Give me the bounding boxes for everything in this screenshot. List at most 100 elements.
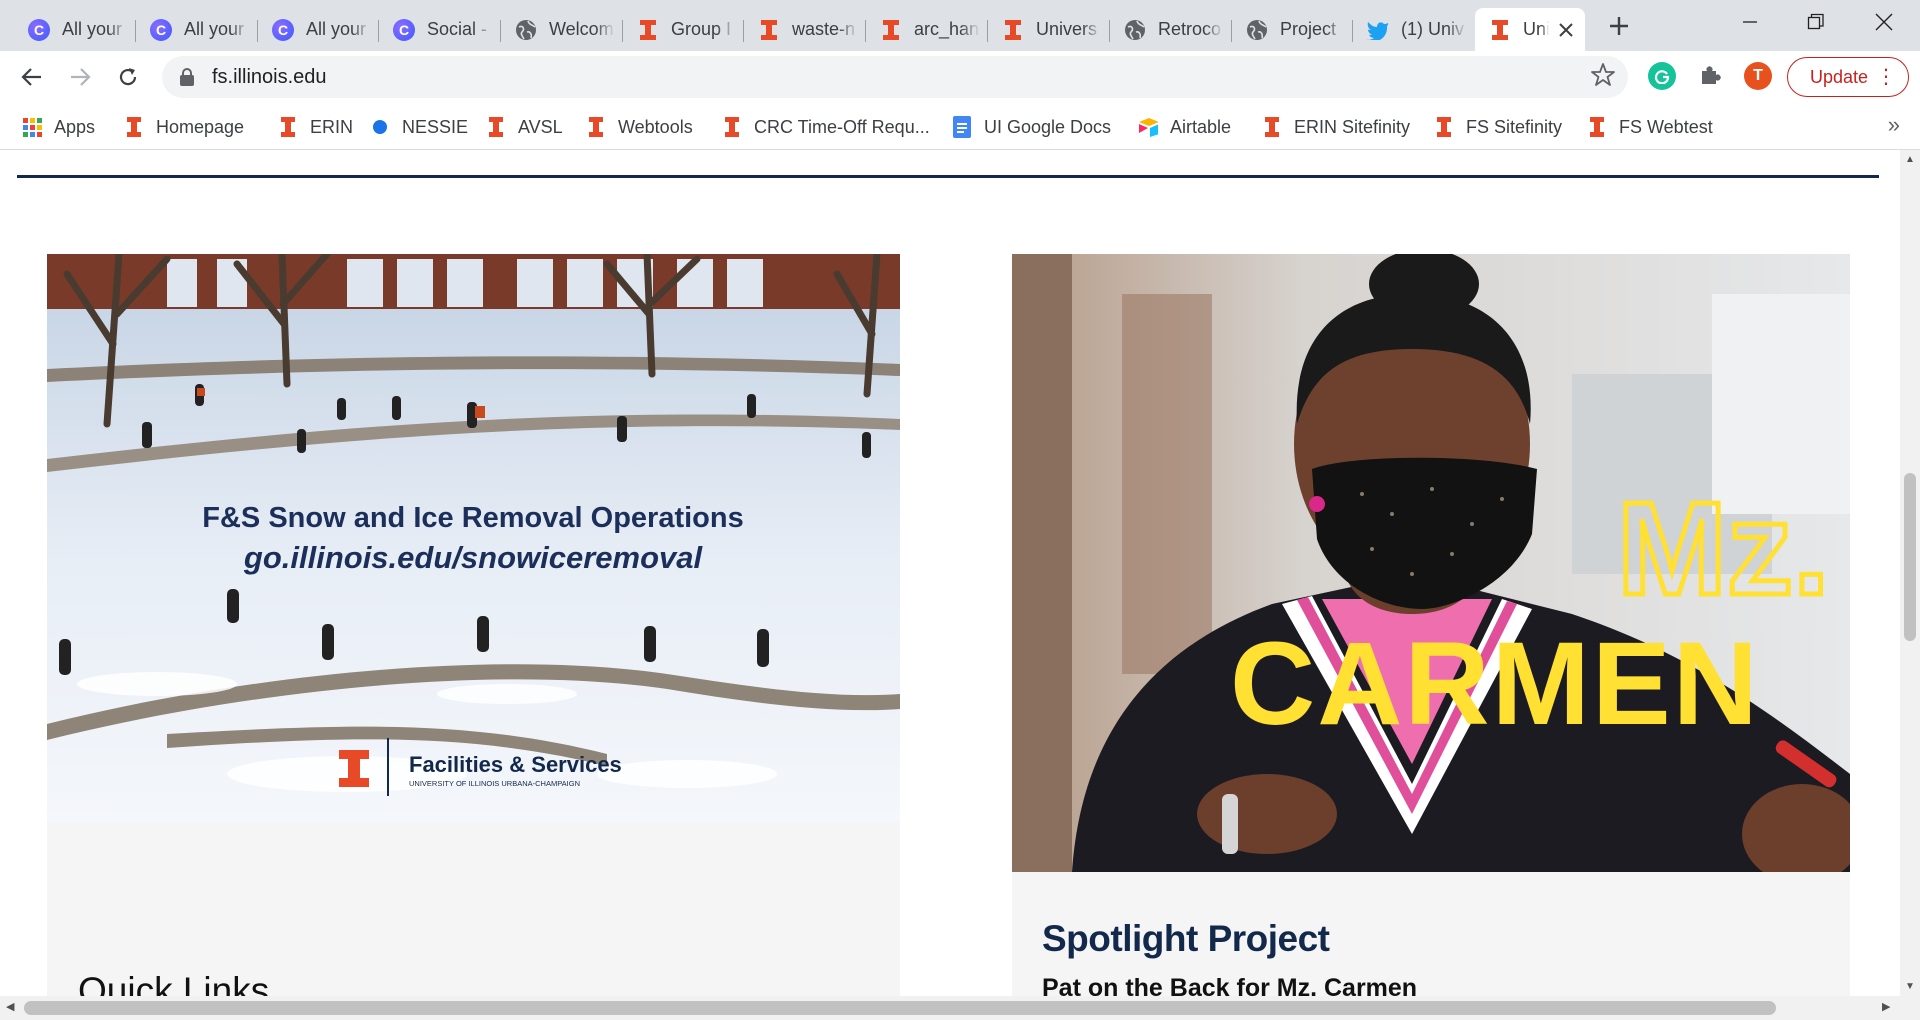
vertical-scroll-thumb[interactable] [1904,473,1916,641]
illinois-i-icon [1489,19,1511,41]
tab-title: Project [1280,19,1337,39]
bookmarks-bar: Apps Homepage ERIN NESSIE AVSL Webtools CRC Ti… [0,104,1920,150]
reload-button[interactable] [110,59,146,95]
bookmark-item[interactable]: UI Google Docs [952,114,1111,140]
restore-icon [1807,13,1824,30]
grammarly-g-icon [1654,70,1670,84]
scroll-up-arrow-icon[interactable]: ▲ [1904,154,1916,165]
forward-button[interactable] [62,59,98,95]
bookmark-star-button[interactable] [1590,62,1616,95]
bookmark-item[interactable]: Airtable [1138,114,1231,140]
tab-title: Welcom [549,19,614,39]
illinois-i-icon [278,117,298,137]
google-docs-icon [952,116,972,138]
spotlight-project-card: Mz. CARMEN Spotlight Project Pat on the … [1012,254,1850,996]
browser-tab[interactable]: Project [1232,8,1353,51]
spotlight-project-heading[interactable]: Spotlight Project [1042,918,1330,960]
close-window-button[interactable] [1856,0,1912,44]
bookmark-item[interactable]: Homepage [124,114,244,140]
bookmark-item[interactable]: CRC Time-Off Requ... [722,114,930,140]
c-circle-icon: C [272,18,294,41]
bookmarks-overflow-button[interactable]: » [1888,112,1900,138]
minimize-button[interactable] [1722,0,1778,44]
illinois-i-icon [1262,117,1282,137]
bookmark-label: NESSIE [402,116,469,137]
scroll-right-arrow-icon[interactable]: ▶ [1882,1000,1890,1013]
tab-title: Univers [1036,19,1098,39]
globe-icon [515,19,537,41]
browser-tab[interactable]: C All your [14,8,136,51]
bookmark-label: FS Webtest [1619,116,1713,137]
c-circle-icon: C [393,18,415,41]
spotlight-banner-image[interactable]: Mz. CARMEN [1012,254,1850,872]
snow-removal-banner-image[interactable]: F&S Snow and Ice Removal Operations go.i… [47,254,900,822]
airtable-icon [1138,117,1158,137]
bookmark-item[interactable]: Webtools [586,114,693,140]
bookmark-item[interactable]: NESSIE [370,114,468,140]
profile-avatar[interactable]: T [1744,62,1772,90]
logo-facilities-text: Facilities & Services [409,752,622,777]
arrow-right-icon [71,68,91,86]
bookmark-item[interactable]: FS Webtest [1587,114,1713,140]
restore-button[interactable] [1788,0,1844,44]
tab-title: waste-n [792,19,856,39]
vertical-scrollbar[interactable]: ▲ ▼ [1900,150,1920,996]
banner-url-text: go.illinois.edu/snowiceremoval [243,540,704,575]
apps-grid-icon [22,117,42,137]
bookmark-label: FS Sitefinity [1466,116,1563,137]
bookmark-item[interactable]: ERIN [278,114,353,140]
browser-tab[interactable]: C All your [136,8,258,51]
close-icon [1875,13,1893,31]
browser-tab[interactable]: Retroco [1110,8,1232,51]
bookmark-item[interactable]: Apps [22,114,95,140]
bookmark-label: CRC Time-Off Requ... [754,116,930,137]
browser-toolbar: fs.illinois.edu T Update ⋮ [0,51,1920,104]
illinois-i-icon [124,117,144,137]
minimize-icon [1743,21,1757,23]
bookmark-label: Airtable [1170,116,1232,137]
browser-tab[interactable]: Uni [1475,8,1585,51]
tab-title: All your [306,19,367,39]
illinois-i-icon [1434,117,1454,137]
tab-title: Uni [1523,19,1549,39]
quick-links-heading: Quick Links [78,970,270,996]
bookmark-item[interactable]: AVSL [486,114,563,140]
url-text[interactable]: fs.illinois.edu [212,66,327,89]
c-circle-icon: C [28,18,50,41]
mz-carmen-photo: Mz. CARMEN [1012,254,1850,872]
grammarly-extension-icon[interactable] [1648,62,1676,90]
bookmark-item[interactable]: FS Sitefinity [1434,114,1562,140]
bookmark-label: AVSL [518,116,563,137]
blue-dot-icon [370,117,390,137]
browser-tab[interactable]: (1) Univ [1353,8,1475,51]
browser-tab[interactable]: Group I [623,8,744,51]
browser-tab[interactable]: arc_han [866,8,988,51]
tab-title: All your [62,19,123,39]
address-bar[interactable]: fs.illinois.edu [162,56,1628,98]
horizontal-scroll-thumb[interactable] [24,1001,1776,1015]
tab-title: (1) Univ [1401,19,1465,39]
extensions-puzzle-button[interactable] [1696,62,1724,90]
reload-icon [119,68,137,86]
new-tab-button[interactable] [1603,10,1635,42]
close-tab-icon[interactable] [1555,19,1577,41]
horizontal-scrollbar[interactable]: ◀ ▶ [0,996,1920,1020]
browser-tab[interactable]: C All your [258,8,379,51]
illinois-i-icon [637,19,659,41]
arrow-left-icon [21,68,41,86]
logo-university-text: UNIVERSITY OF ILLINOIS URBANA-CHAMPAIGN [409,779,580,788]
scroll-down-arrow-icon[interactable]: ▼ [1904,981,1916,992]
browser-tab[interactable]: Welcom [501,8,623,51]
browser-tab[interactable]: Univers [988,8,1110,51]
browser-tab[interactable]: waste-n [744,8,866,51]
illinois-i-icon [758,19,780,41]
kebab-menu-icon: ⋮ [1876,66,1896,88]
bookmark-item[interactable]: ERIN Sitefinity [1262,114,1410,140]
scroll-left-arrow-icon[interactable]: ◀ [6,1000,14,1013]
header-divider [17,175,1879,178]
tab-title: Group I [671,19,732,39]
back-button[interactable] [14,59,50,95]
browser-tab[interactable]: C Social - [379,8,501,51]
update-button[interactable]: Update ⋮ [1787,57,1909,97]
spotlight-subtitle-link[interactable]: Pat on the Back for Mz. Carmen [1042,974,1417,996]
